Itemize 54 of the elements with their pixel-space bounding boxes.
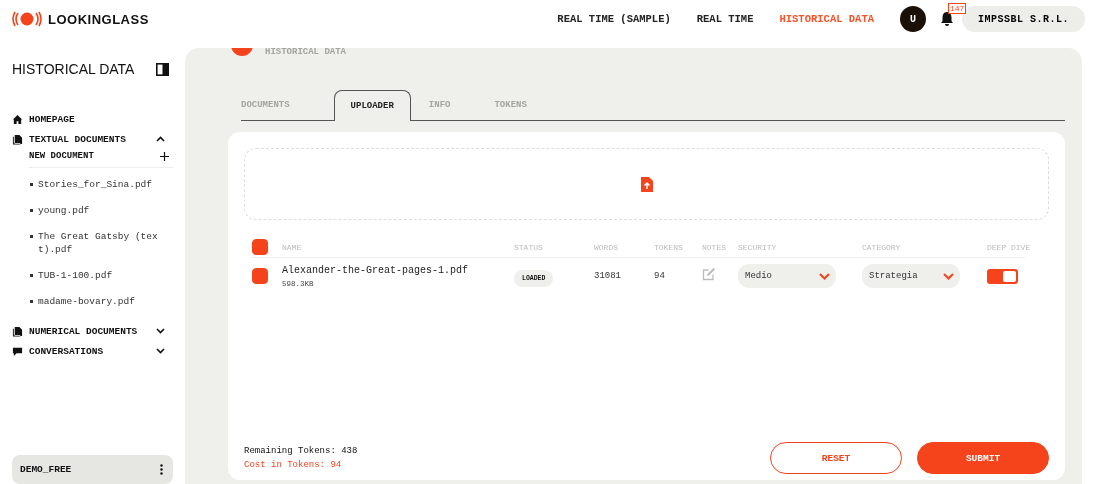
chat-icon	[12, 345, 23, 357]
security-dropdown[interactable]: Medio	[738, 264, 836, 288]
chevron-down-icon[interactable]	[156, 328, 165, 334]
breadcrumb: HISTORICAL DATA	[265, 48, 346, 57]
submit-button[interactable]: SUBMIT	[917, 442, 1049, 474]
deep-dive-toggle[interactable]	[987, 268, 1018, 284]
documents-icon	[12, 325, 23, 337]
column-header: NOTES	[702, 242, 727, 252]
logo-text: LOOKINGLASS	[48, 11, 149, 27]
token-cost: Cost in Tokens: 94	[244, 460, 343, 470]
user-avatar[interactable]: U	[900, 6, 926, 32]
file-link[interactable]: Stories_for_Sina.pdf	[38, 178, 153, 191]
column-header: CATEGORY	[862, 242, 902, 252]
column-header: SECURITY	[738, 242, 778, 252]
menu-item[interactable]: CONVERSATIONS	[29, 345, 150, 357]
column-header: WORDS	[594, 242, 619, 252]
more-icon[interactable]	[160, 464, 163, 475]
file-link[interactable]: The Great Gatsby (tex t).pdf	[38, 230, 160, 256]
file-link[interactable]: young.pdf	[38, 204, 90, 217]
chevron-down-icon[interactable]	[156, 348, 165, 354]
file-link[interactable]: TUB-1-100.pdf	[38, 269, 113, 282]
column-header: NAME	[282, 242, 303, 252]
select-all-checkbox[interactable]	[252, 239, 268, 255]
table-cell-text: 31081	[594, 271, 622, 281]
tab[interactable]: UPLOADER	[333, 90, 411, 121]
chevron-down-icon	[819, 272, 830, 280]
category-dropdown[interactable]: Strategia	[862, 264, 960, 288]
nav-link[interactable]: REAL TIME (SAMPLE)	[557, 13, 671, 25]
plan-selector[interactable]: DEMO_FREE	[12, 455, 173, 484]
sidebar-toggle-icon[interactable]	[156, 62, 169, 76]
column-header: STATUS	[514, 242, 544, 252]
file-name: Alexander-the-Great-pages-1.pdf	[282, 264, 470, 276]
sidebar-title: HISTORICAL DATA	[12, 61, 135, 77]
nav-link[interactable]: REAL TIME	[696, 13, 754, 25]
menu-item[interactable]: NUMERICAL DOCUMENTS	[29, 325, 150, 337]
table-cell-text: 94	[654, 271, 666, 281]
new-document-link[interactable]: NEW DOCUMENT	[29, 151, 94, 161]
column-header: DEEP DIVE	[987, 242, 1032, 252]
notification-badge: 147	[948, 3, 967, 14]
remaining-tokens: Remaining Tokens: 438	[244, 446, 358, 456]
logo-icon	[12, 11, 42, 27]
plus-icon[interactable]	[160, 151, 169, 161]
menu-item[interactable]: TEXTUAL DOCUMENTS	[29, 133, 150, 145]
chevron-down-icon	[943, 272, 954, 280]
menu-item[interactable]: HOMEPAGE	[29, 113, 165, 125]
home-icon	[12, 113, 23, 125]
chevron-up-icon[interactable]	[156, 136, 165, 142]
row-checkbox[interactable]	[252, 268, 268, 284]
bell-icon[interactable]	[940, 11, 954, 27]
file-link[interactable]: madame-bovary.pdf	[38, 295, 135, 308]
reset-button[interactable]: RESET	[770, 442, 902, 474]
documents-icon	[12, 133, 23, 145]
file-upload-icon	[639, 175, 654, 193]
column-header: TOKENS	[654, 242, 684, 252]
